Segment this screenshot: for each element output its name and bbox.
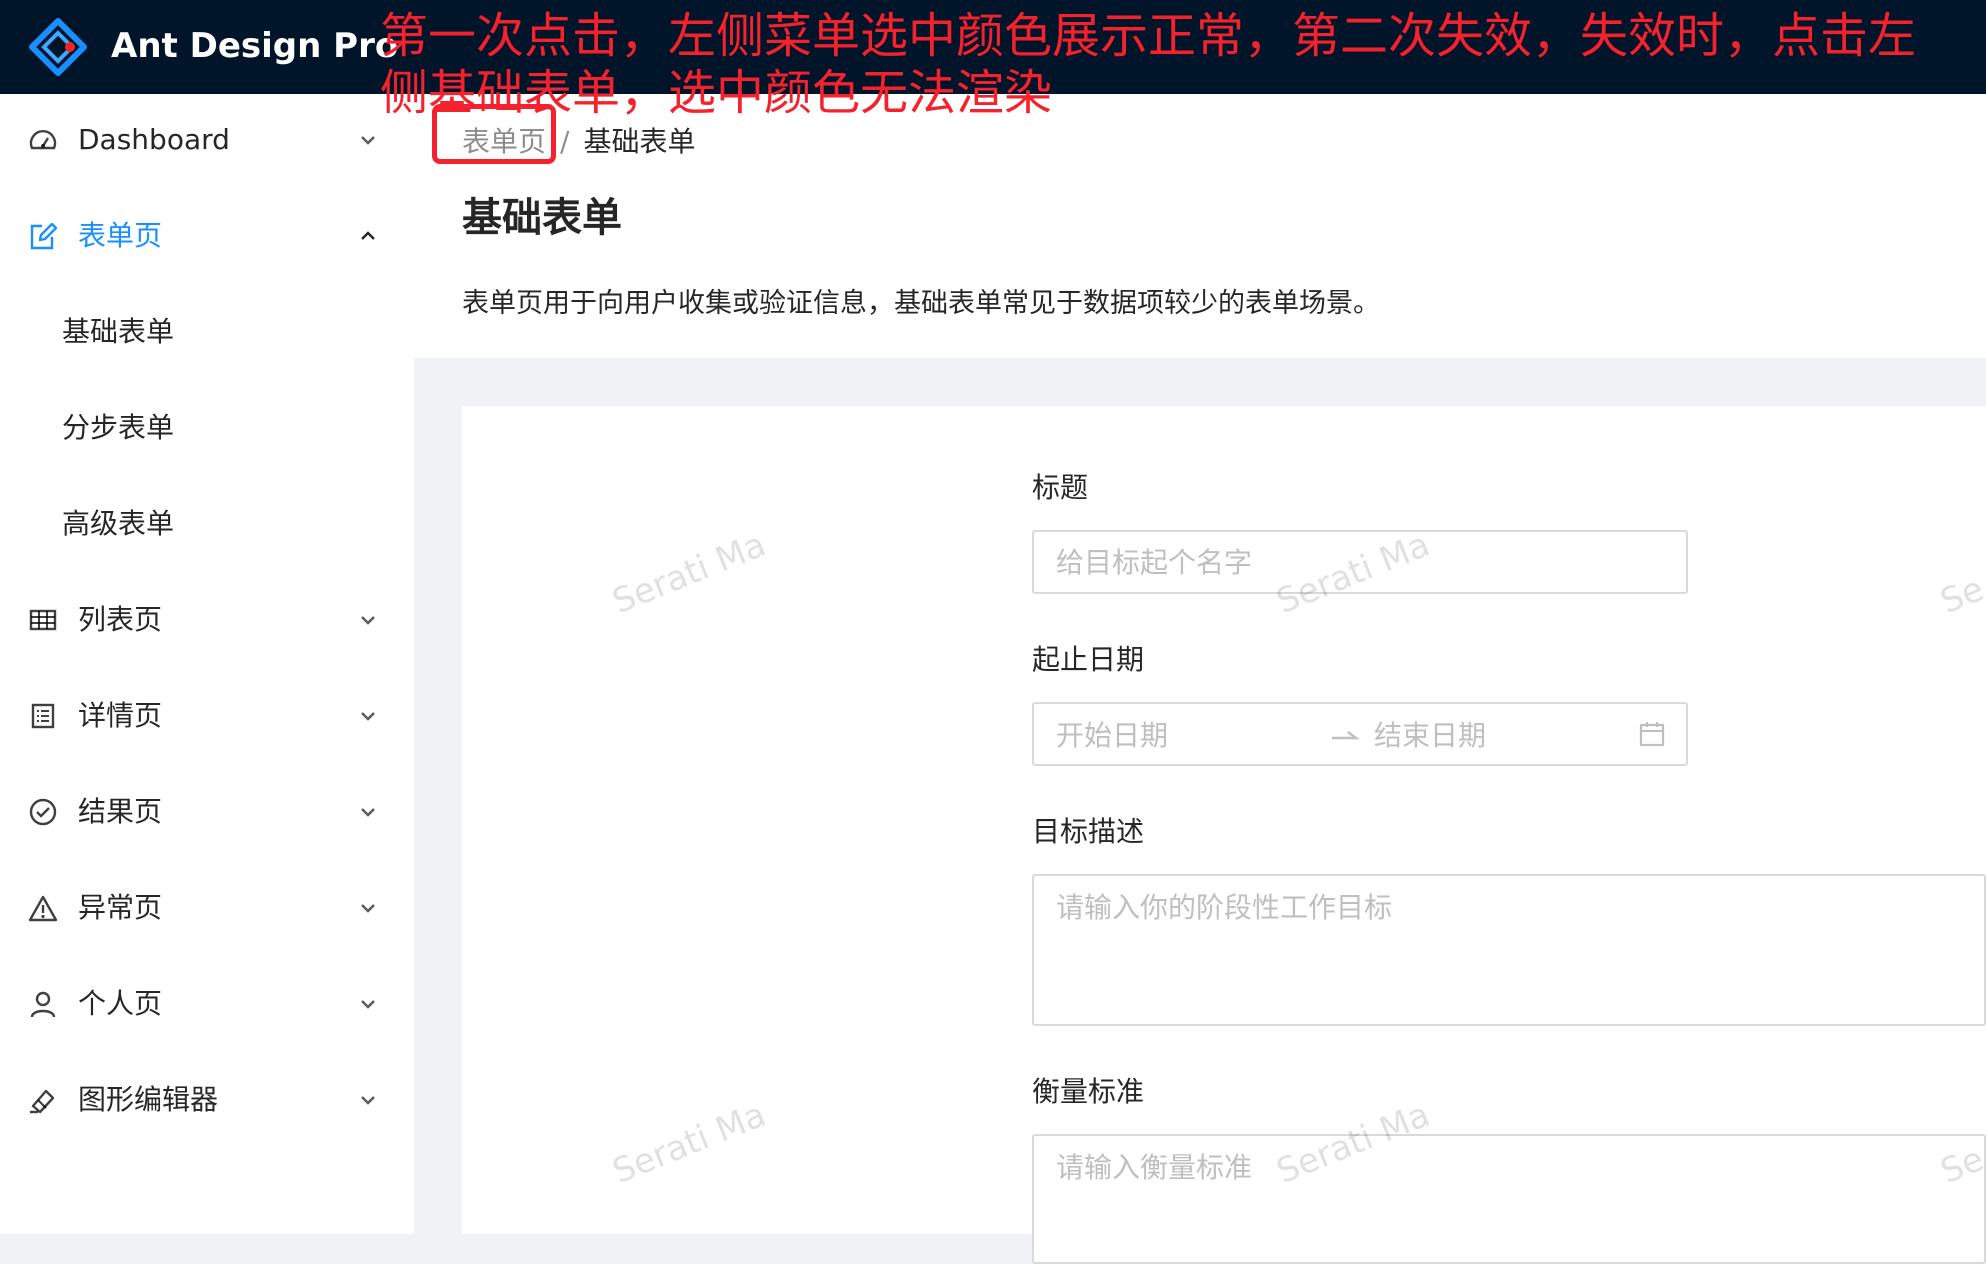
breadcrumb-parent-link[interactable]: 表单页 xyxy=(462,125,546,158)
sidebar-menu: Dashboard 表单页 基础表单 分步表单 高级表单 列表页 详情页 结果页… xyxy=(0,94,414,1234)
goal-label: 目标描述 xyxy=(1032,815,1145,848)
chevron-down-icon xyxy=(361,712,375,721)
breadcrumb-separator: / xyxy=(560,125,570,158)
ant-design-logo-icon[interactable] xyxy=(28,17,88,77)
chevron-up-icon xyxy=(361,231,375,240)
calendar-icon xyxy=(1639,722,1665,747)
highlight-icon xyxy=(30,1089,55,1114)
goal-textarea[interactable] xyxy=(1032,874,1986,1026)
sidebar-subitem-step-form[interactable]: 分步表单 xyxy=(0,398,414,458)
page-title: 基础表单 xyxy=(462,195,622,241)
standard-label: 衡量标准 xyxy=(1032,1075,1145,1108)
sidebar-item-exception[interactable]: 异常页 xyxy=(0,878,414,938)
app-title[interactable]: Ant Design Pro xyxy=(111,22,398,70)
chevron-down-icon xyxy=(361,1096,375,1105)
sidebar-subitem-basic-form[interactable]: 基础表单 xyxy=(0,302,414,362)
sidebar-item-label: 表单页 xyxy=(78,219,163,252)
dashboard-icon xyxy=(29,130,57,150)
page-description: 表单页用于向用户收集或验证信息，基础表单常见于数据项较少的表单场景。 xyxy=(462,288,1380,319)
sidebar-item-label: Dashboard xyxy=(78,123,230,156)
sidebar-item-label: 详情页 xyxy=(78,699,163,732)
warning-icon xyxy=(28,895,58,922)
sidebar-item-label: 结果页 xyxy=(78,795,163,828)
sidebar-item-profile[interactable]: 详情页 xyxy=(0,686,414,746)
sidebar-item-label: 高级表单 xyxy=(62,507,175,540)
chevron-down-icon xyxy=(361,808,375,817)
sidebar-item-label: 基础表单 xyxy=(62,315,175,348)
form-edit-icon xyxy=(30,222,58,250)
sidebar-item-dashboard[interactable]: Dashboard xyxy=(0,110,414,170)
title-label: 标题 xyxy=(1032,471,1089,504)
sidebar-item-form[interactable]: 表单页 xyxy=(0,206,414,266)
user-icon xyxy=(30,991,56,1018)
top-header: Ant Design Pro xyxy=(0,0,1986,94)
chevron-down-icon xyxy=(361,904,375,913)
date-range-label: 起止日期 xyxy=(1032,643,1145,676)
sidebar-item-label: 个人页 xyxy=(78,987,163,1020)
sidebar-item-editor[interactable]: 图形编辑器 xyxy=(0,1070,414,1130)
sidebar-subitem-advanced-form[interactable]: 高级表单 xyxy=(0,494,414,554)
sidebar-item-label: 列表页 xyxy=(78,603,163,636)
end-date-input[interactable]: 结束日期 xyxy=(1374,718,1486,754)
start-date-input[interactable]: 开始日期 xyxy=(1056,718,1168,754)
sidebar-item-account[interactable]: 个人页 xyxy=(0,974,414,1034)
page-header: 表单页 / 基础表单 基础表单 表单页用于向用户收集或验证信息，基础表单常见于数据项… xyxy=(414,94,1986,358)
chevron-down-icon xyxy=(361,1000,375,1009)
form-card: 标题 起止日期 开始日期 结束日期 目标描述 衡量标准 xyxy=(462,406,1986,1264)
swap-right-arrow-icon xyxy=(1332,731,1360,740)
sidebar-item-label: 图形编辑器 xyxy=(78,1083,219,1116)
profile-icon xyxy=(31,703,55,729)
check-circle-icon xyxy=(29,798,57,826)
sidebar-item-list[interactable]: 列表页 xyxy=(0,590,414,650)
date-range-picker[interactable]: 开始日期 结束日期 xyxy=(1032,702,1688,766)
sidebar-item-label: 分步表单 xyxy=(62,411,175,444)
table-icon xyxy=(29,609,57,631)
sidebar-item-result[interactable]: 结果页 xyxy=(0,782,414,842)
standard-textarea[interactable] xyxy=(1032,1134,1986,1264)
chevron-down-icon xyxy=(361,616,375,625)
breadcrumb-current: 基础表单 xyxy=(583,125,696,158)
title-input[interactable] xyxy=(1032,530,1688,594)
chevron-down-icon xyxy=(361,136,375,145)
sidebar-item-label: 异常页 xyxy=(78,891,163,924)
breadcrumb: 表单页 / 基础表单 xyxy=(462,122,695,162)
